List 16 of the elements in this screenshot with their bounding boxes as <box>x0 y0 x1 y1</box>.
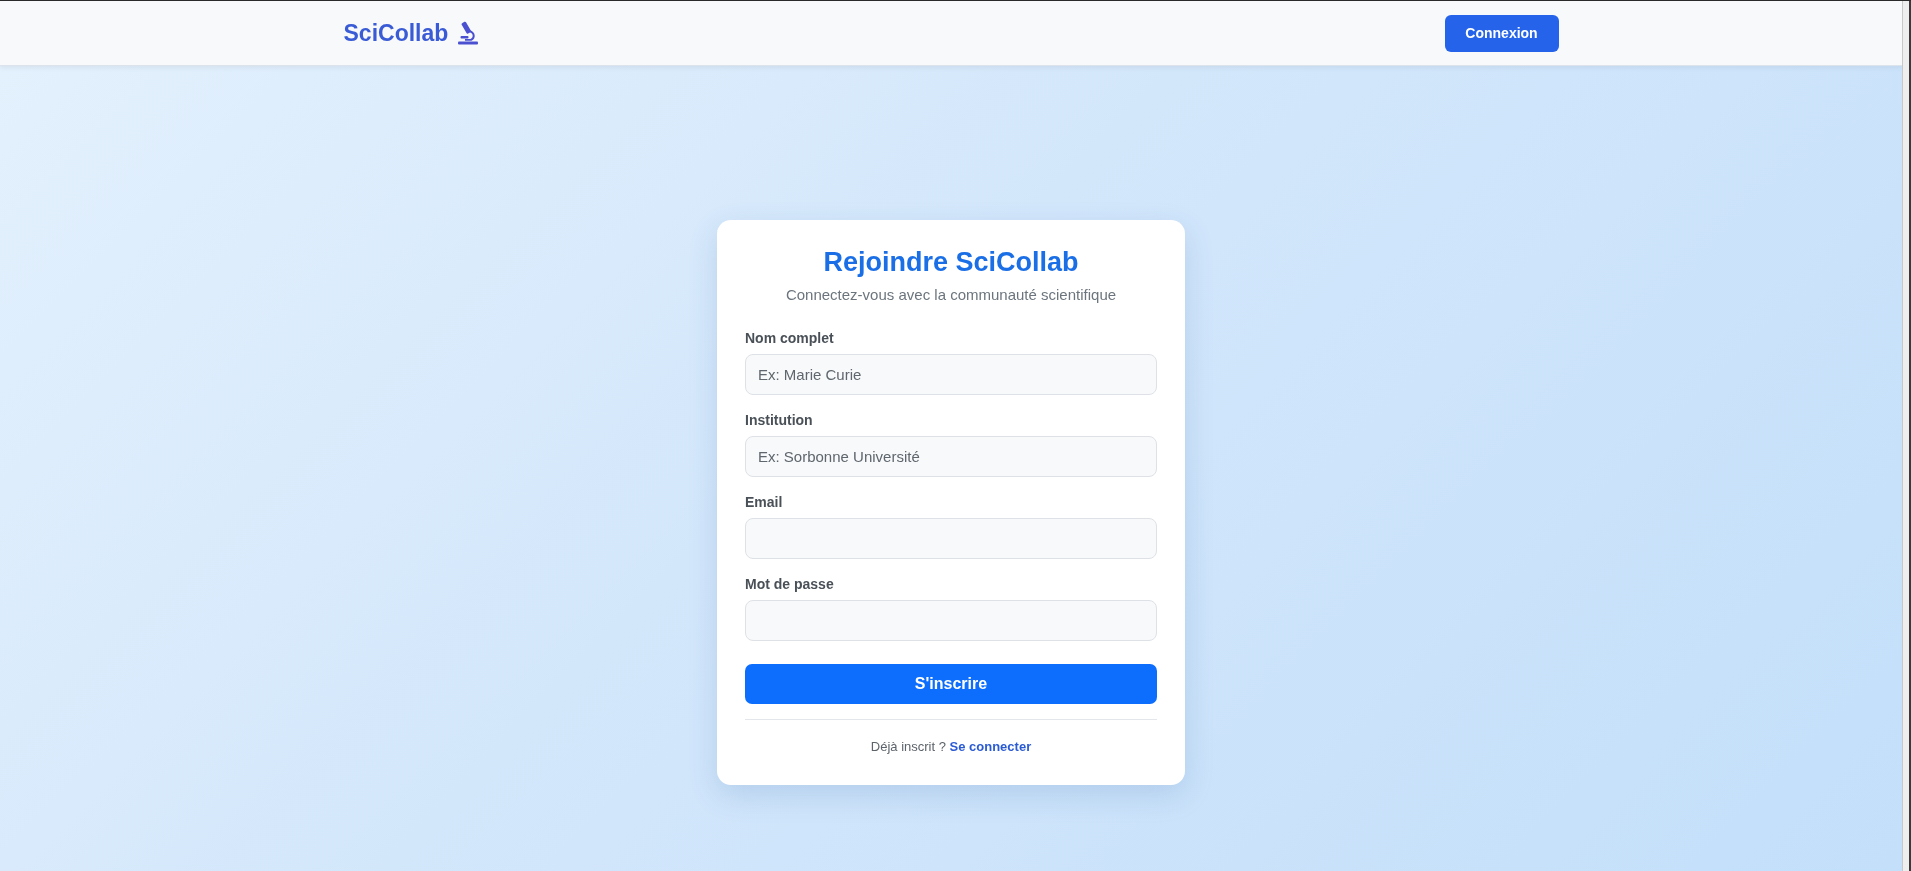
login-button[interactable]: Connexion <box>1444 14 1559 52</box>
field-label: Email <box>745 494 784 511</box>
signup-button[interactable]: S'inscrire <box>745 664 1157 704</box>
brand-link[interactable]: SciCollab <box>343 19 480 47</box>
field-label: Mot de passe <box>745 576 835 593</box>
input-field[interactable]: Ex: Sorbonne Université <box>745 436 1157 477</box>
signin-link[interactable]: Se connecter <box>949 739 1032 754</box>
signin-prompt: Déjà inscrit ? Se connecter <box>869 739 1033 755</box>
card-title: Rejoindre SciCollab <box>822 246 1080 278</box>
card-subtitle: Connectez-vous avec la communauté scientifique <box>784 286 1118 304</box>
field-label: Nom complet <box>745 330 835 347</box>
input-field[interactable] <box>745 518 1157 559</box>
field-label: Institution <box>745 412 814 429</box>
input-field[interactable] <box>745 600 1157 641</box>
input-field[interactable]: Ex: Marie Curie <box>745 354 1157 395</box>
microscope-icon <box>457 21 480 45</box>
